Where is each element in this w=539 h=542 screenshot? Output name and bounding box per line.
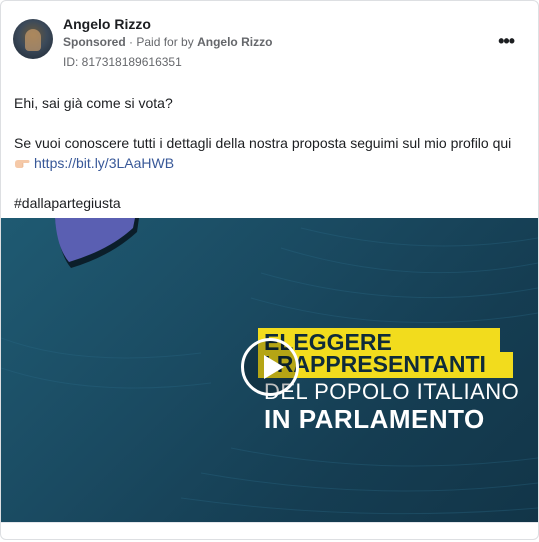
more-options-icon[interactable]: •••: [498, 31, 515, 52]
divider: [1, 522, 538, 523]
sponsor-line: Sponsored · Paid for by Angelo Rizzo: [63, 35, 272, 49]
profile-link[interactable]: https://bit.ly/3LAaHWB: [34, 155, 174, 171]
post-link-line: https://bit.ly/3LAaHWB: [14, 153, 525, 173]
author-avatar[interactable]: [13, 19, 53, 59]
ad-id: ID: 817318189616351: [63, 55, 182, 69]
post-line-1: Ehi, sai già come si vota?: [14, 95, 173, 111]
pointing-hand-icon: [15, 160, 30, 168]
post-text: Ehi, sai già come si vota? Se vuoi conos…: [14, 93, 525, 213]
post-line-2: Se vuoi conoscere tutti i dettagli della…: [14, 135, 512, 151]
hashtag[interactable]: #dallapartegiusta: [14, 193, 525, 213]
video-thumbnail[interactable]: ELEGGERE I RAPPRESENTANTI DEL POPOLO ITA…: [1, 218, 538, 522]
play-icon[interactable]: [241, 338, 299, 396]
paid-for-prefix: Paid for by: [136, 35, 194, 49]
pie-wedge-graphic: [55, 218, 139, 268]
payer-name: Angelo Rizzo: [197, 35, 273, 49]
video-title-line-3: DEL POPOLO ITALIANO: [264, 379, 520, 404]
ad-post-card: Angelo Rizzo Sponsored · Paid for by Ang…: [0, 0, 539, 540]
sponsored-label: Sponsored: [63, 35, 126, 49]
author-name[interactable]: Angelo Rizzo: [63, 16, 151, 32]
post-header: Angelo Rizzo Sponsored · Paid for by Ang…: [13, 13, 526, 69]
video-title-line-4: IN PARLAMENTO: [264, 404, 485, 434]
